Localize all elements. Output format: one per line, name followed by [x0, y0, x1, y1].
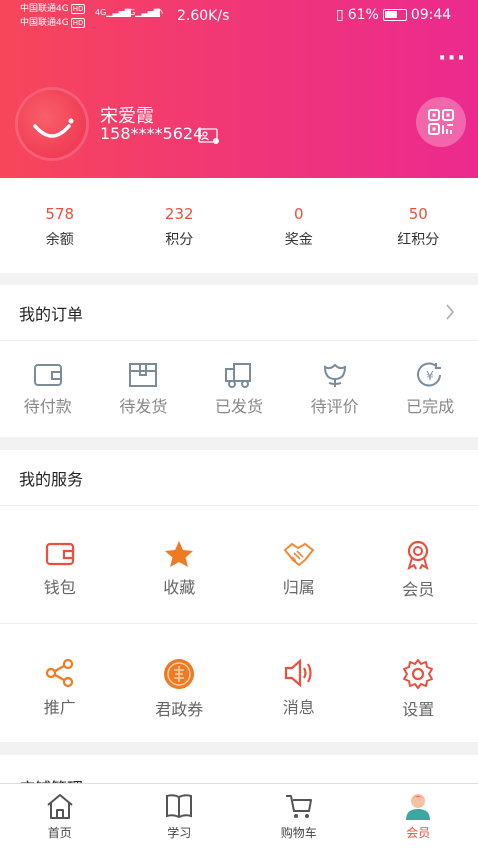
order-pending-shipment[interactable]: 待发货: [96, 341, 192, 417]
avatar[interactable]: [18, 90, 86, 158]
tab-study[interactable]: 学习: [120, 784, 240, 850]
star-icon: [165, 541, 194, 567]
profile-header: 中国联通4G HD 中国联通4G HD 4G▁▃▅▇ 4G▁▃▅▇ ◠ 2.60K/…: [0, 0, 478, 178]
tab-label: 会员: [406, 826, 431, 840]
wifi-icon: ◠: [152, 6, 164, 21]
gear-icon: [403, 659, 434, 689]
services-section: 我的服务 钱包 收藏 归属 会员 推广 君政券 消息 设置: [0, 450, 478, 742]
stat-label: 红积分: [397, 232, 440, 248]
stat-value: 578: [45, 205, 75, 223]
order-label: 已发货: [214, 397, 263, 416]
stat-value: 0: [293, 205, 304, 223]
network-speed: 2.60K/s: [177, 8, 230, 24]
qr-code-button[interactable]: [416, 97, 466, 147]
coin-icon: [164, 659, 195, 689]
carrier-2: 中国联通4G: [20, 18, 69, 28]
clock: 09:44: [410, 7, 452, 23]
handshake-icon: [283, 542, 315, 567]
speaker-icon: [284, 658, 312, 688]
truck-icon: [224, 363, 251, 388]
service-label: 归属: [282, 578, 315, 597]
share-icon: [45, 658, 73, 688]
service-label: 推广: [43, 698, 76, 717]
member-icon: [406, 794, 431, 820]
tab-label: 学习: [167, 826, 192, 840]
service-label: 消息: [282, 698, 315, 717]
service-label: 会员: [402, 580, 435, 599]
svg-text:¥: ¥: [426, 369, 434, 383]
order-pending-review[interactable]: 待评价: [287, 341, 383, 417]
services-header: 我的服务: [0, 450, 478, 506]
medal-icon: [407, 540, 429, 570]
order-shipped[interactable]: 已发货: [191, 341, 287, 417]
vibrate-icon: ▯: [336, 7, 344, 23]
tab-member[interactable]: 会员: [359, 784, 478, 850]
hd-badge: HD: [70, 4, 86, 14]
order-label: 已完成: [406, 397, 455, 416]
stat-label: 余额: [45, 232, 74, 248]
tab-label: 首页: [47, 826, 72, 840]
home-icon: [47, 794, 73, 819]
tab-cart[interactable]: 购物车: [239, 784, 359, 850]
wallet-icon: [45, 542, 74, 566]
service-favorites[interactable]: 收藏: [120, 506, 240, 623]
wallet-icon: [33, 364, 62, 386]
battery-percent: 61%: [347, 7, 379, 23]
smile-icon: [33, 118, 74, 138]
section-title: 我的服务: [19, 469, 84, 489]
orders-section: 我的订单 待付款 待发货 已发货 待评价 ¥ 已完成: [0, 285, 478, 437]
more-icon[interactable]: ···: [438, 48, 466, 70]
tab-home[interactable]: 首页: [0, 784, 120, 850]
stat-red-points[interactable]: 50 红积分: [359, 178, 478, 273]
cart-icon: [285, 795, 312, 818]
stat-bonus[interactable]: 0 奖金: [239, 178, 359, 273]
carrier-1: 中国联通4G: [20, 4, 69, 14]
service-promote[interactable]: 推广: [0, 624, 120, 742]
service-messages[interactable]: 消息: [239, 624, 359, 742]
service-label: 君政券: [155, 700, 204, 719]
service-settings[interactable]: 设置: [359, 624, 478, 742]
status-bar: 中国联通4G HD 中国联通4G HD 4G▁▃▅▇ 4G▁▃▅▇ ◠ 2.60K/…: [0, 0, 478, 34]
id-card-icon[interactable]: [198, 128, 220, 144]
order-completed[interactable]: ¥ 已完成: [382, 341, 478, 417]
qr-code-icon: [428, 109, 454, 135]
order-label: 待付款: [23, 397, 72, 416]
order-label: 待发货: [119, 397, 168, 416]
tab-label: 购物车: [280, 826, 317, 840]
service-label: 设置: [402, 700, 435, 719]
hd-badge: HD: [70, 18, 86, 28]
stat-label: 奖金: [284, 232, 313, 248]
battery-icon: [382, 9, 407, 21]
stat-balance[interactable]: 578 余额: [0, 178, 120, 273]
book-icon: [166, 794, 193, 819]
service-coupon[interactable]: 君政券: [120, 624, 240, 742]
service-label: 钱包: [43, 578, 76, 597]
stat-value: 232: [164, 205, 194, 223]
account-stats: 578 余额 232 积分 0 奖金 50 红积分: [0, 178, 478, 273]
service-wallet[interactable]: 钱包: [0, 506, 120, 623]
flower-icon: [323, 363, 346, 387]
yen-refresh-icon: ¥: [417, 362, 442, 387]
service-member[interactable]: 会员: [359, 506, 478, 623]
stat-points[interactable]: 232 积分: [120, 178, 240, 273]
chevron-right-icon: [446, 304, 454, 320]
user-phone: 158****5624: [100, 124, 204, 143]
stat-value: 50: [408, 205, 428, 223]
order-label: 待评价: [310, 397, 359, 416]
box-icon: [129, 363, 158, 387]
service-belong[interactable]: 归属: [239, 506, 359, 623]
order-pending-payment[interactable]: 待付款: [0, 341, 96, 417]
section-title: 我的订单: [19, 304, 84, 324]
service-label: 收藏: [163, 578, 196, 597]
bottom-tab-bar: 首页 学习 购物车 会员: [0, 783, 478, 850]
stat-label: 积分: [165, 232, 194, 248]
orders-header[interactable]: 我的订单: [0, 285, 478, 341]
